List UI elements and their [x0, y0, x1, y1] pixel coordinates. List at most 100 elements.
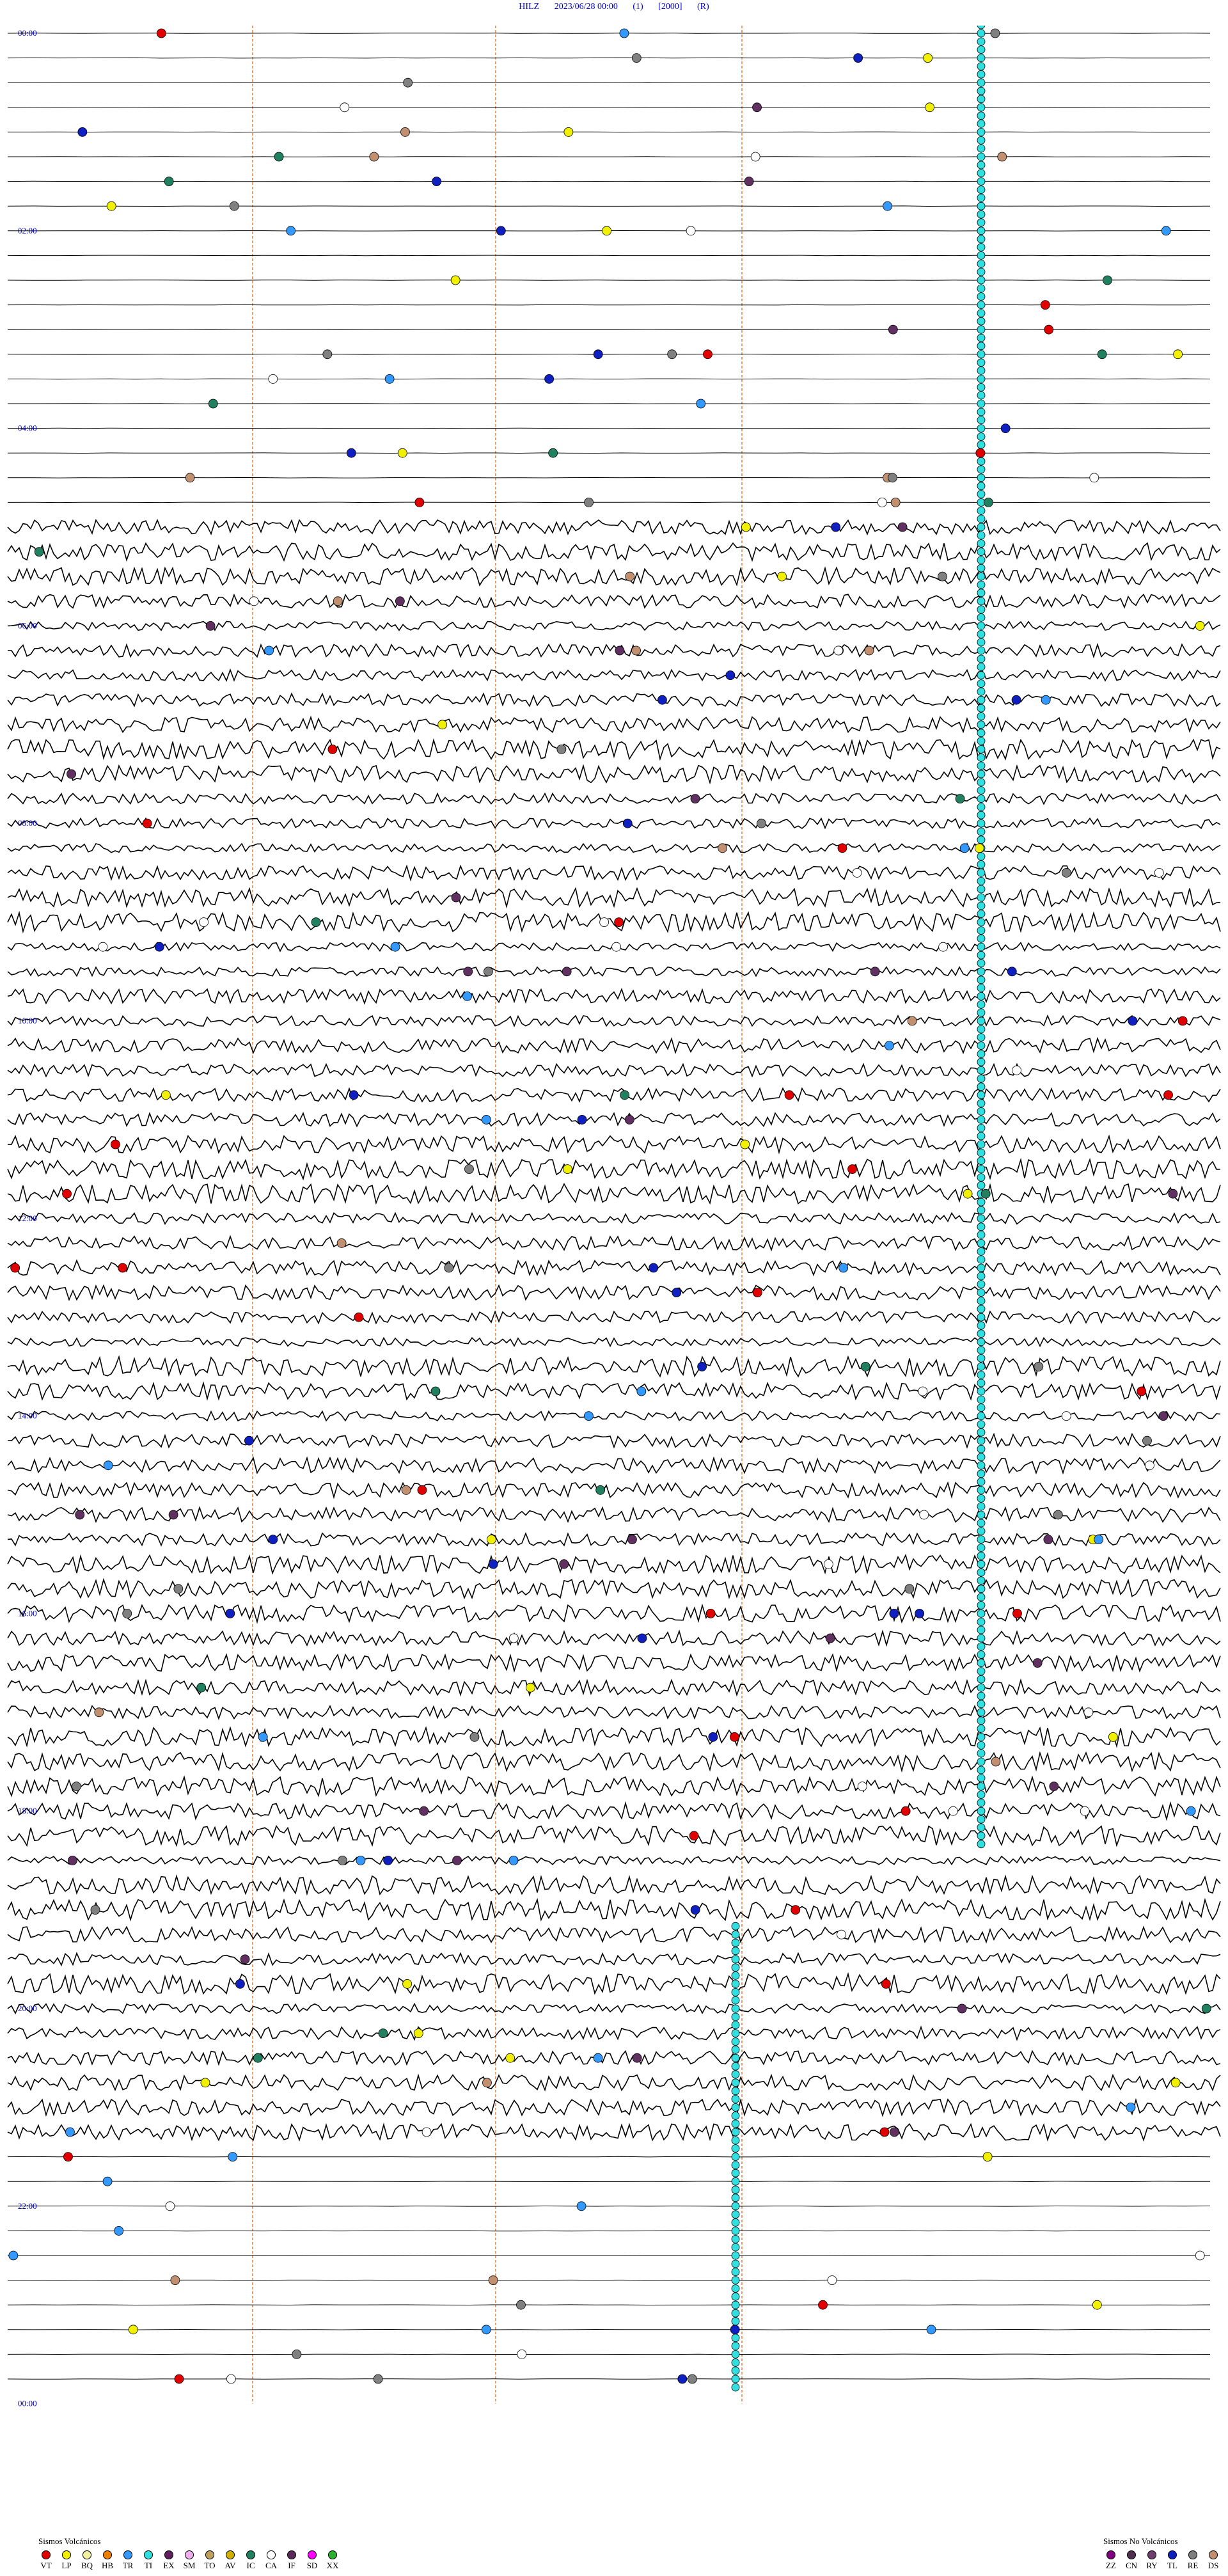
legend-code: IC	[246, 2561, 255, 2570]
event-marker	[1195, 621, 1205, 631]
seismic-trace	[7, 1855, 1221, 1866]
event-marker	[450, 275, 460, 285]
event-marker-ti	[731, 2243, 740, 2252]
event-marker-ti	[731, 2037, 740, 2046]
legend-item-ic: IC	[240, 2550, 261, 2571]
seismic-trace	[7, 1704, 1221, 1721]
legend-code: RY	[1146, 2561, 1158, 2570]
event-marker	[757, 818, 766, 828]
event-marker	[128, 2325, 138, 2335]
seismic-trace	[7, 1506, 1221, 1524]
event-marker-ti	[977, 1354, 986, 1363]
event-marker-ti	[977, 745, 986, 754]
event-marker-ti	[977, 663, 986, 671]
event-marker	[544, 374, 555, 384]
event-marker	[356, 1855, 366, 1865]
event-marker	[563, 127, 574, 137]
event-marker-ti	[977, 754, 986, 762]
event-marker	[718, 843, 728, 853]
event-marker	[744, 177, 754, 187]
event-marker-ti	[977, 1304, 986, 1313]
legend-dot-icon	[164, 2550, 173, 2559]
event-marker	[196, 1682, 207, 1693]
event-marker	[599, 917, 610, 927]
event-marker	[170, 2275, 180, 2286]
legend-item-zz: ZZ	[1101, 2550, 1121, 2571]
event-marker-ti	[731, 1987, 740, 1996]
event-marker	[637, 1633, 647, 1643]
event-marker-ti	[977, 1247, 986, 1256]
event-marker-ti	[977, 62, 986, 70]
event-marker	[1108, 1732, 1118, 1742]
event-marker-ti	[977, 1815, 986, 1824]
seismic-trace	[7, 864, 1221, 882]
event-marker	[106, 201, 116, 211]
legend-code: EX	[163, 2561, 175, 2570]
event-marker	[258, 1732, 268, 1742]
seismic-trace	[7, 2025, 1221, 2041]
event-marker	[883, 201, 893, 211]
event-marker	[338, 1855, 347, 1865]
event-marker-ti	[731, 2234, 740, 2243]
event-marker-ti	[977, 350, 986, 359]
event-marker-ti	[977, 1568, 986, 1577]
event-marker	[649, 1263, 659, 1273]
event-marker	[577, 1115, 587, 1125]
event-marker	[378, 2028, 388, 2039]
event-marker	[784, 1090, 794, 1100]
event-marker	[164, 177, 174, 187]
event-marker-ti	[977, 54, 986, 62]
event-marker-ti	[977, 1099, 986, 1108]
event-marker-ti	[977, 136, 986, 145]
event-marker	[825, 1633, 835, 1643]
event-marker	[340, 102, 350, 113]
event-marker-ti	[977, 1231, 986, 1239]
event-marker-ti	[977, 161, 986, 170]
event-marker	[1161, 226, 1171, 236]
event-marker-ti	[977, 440, 986, 449]
event-marker-ti	[977, 622, 986, 630]
event-marker-ti	[977, 1766, 986, 1774]
event-marker	[602, 226, 612, 236]
event-marker	[857, 1782, 867, 1792]
event-marker	[833, 645, 844, 656]
event-marker	[831, 522, 841, 532]
seismic-trace	[7, 2002, 1221, 2015]
event-marker-ti	[977, 342, 986, 351]
seismic-trace	[7, 106, 1211, 108]
event-marker	[354, 1312, 364, 1322]
event-marker-ti	[977, 473, 986, 482]
event-marker-ti	[977, 490, 986, 498]
event-marker	[897, 522, 908, 532]
event-marker-ti	[977, 1757, 986, 1766]
event-marker-ti	[977, 284, 986, 293]
event-marker-ti	[977, 531, 986, 540]
event-marker	[847, 1164, 857, 1174]
event-marker	[161, 1090, 171, 1100]
event-marker-ti	[977, 119, 986, 128]
event-marker-ti	[977, 1716, 986, 1725]
event-marker-ti	[731, 2375, 740, 2383]
event-marker	[118, 1263, 128, 1273]
event-marker	[65, 2127, 75, 2137]
event-marker-ti	[977, 1544, 986, 1553]
event-marker	[697, 1361, 707, 1371]
event-marker-ti	[731, 2128, 740, 2137]
event-marker-ti	[977, 959, 986, 968]
event-marker	[677, 2374, 688, 2384]
event-marker-ti	[977, 375, 986, 383]
event-marker	[686, 226, 696, 236]
event-marker	[974, 843, 984, 853]
event-marker-ti	[977, 482, 986, 491]
event-marker	[200, 2078, 210, 2088]
event-marker	[887, 473, 897, 483]
event-marker-ti	[977, 193, 986, 202]
event-marker-ti	[977, 1066, 986, 1075]
event-marker-ti	[977, 1634, 986, 1643]
event-marker-ti	[977, 127, 986, 136]
event-marker	[1061, 1411, 1071, 1421]
legend-dot-icon	[103, 2550, 112, 2559]
legend-dot-icon	[1188, 2550, 1197, 2559]
event-marker	[890, 2127, 899, 2137]
event-marker	[1201, 2003, 1211, 2014]
